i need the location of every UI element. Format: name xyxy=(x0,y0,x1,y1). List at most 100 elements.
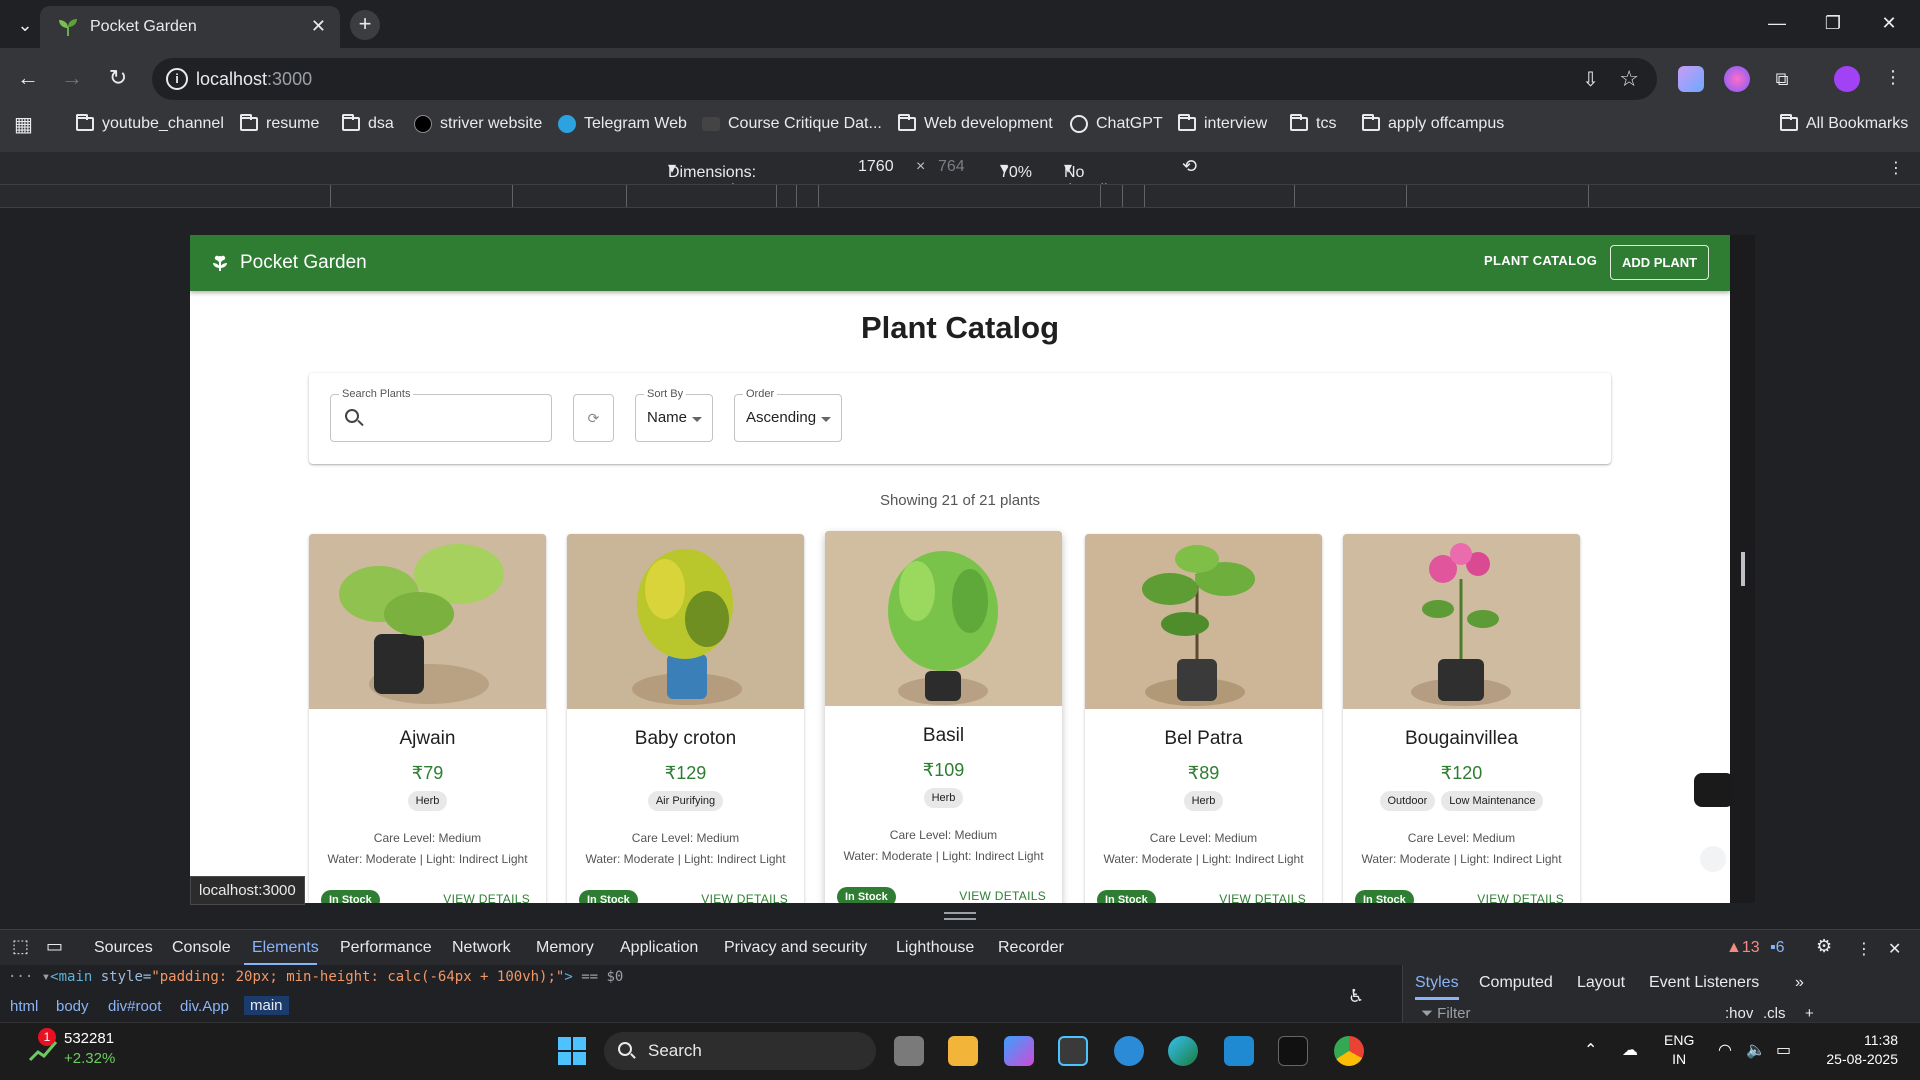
forward-arrow-icon[interactable]: → xyxy=(56,62,88,94)
bookmark-telegram-web[interactable]: Telegram Web xyxy=(558,110,687,138)
site-info-icon[interactable]: i xyxy=(166,68,188,90)
install-app-icon[interactable]: ⇩ xyxy=(1582,67,1599,92)
extension-2-icon[interactable] xyxy=(1724,66,1750,92)
tab-search-chevron-icon[interactable]: ⌄ xyxy=(10,10,40,40)
tab-close-icon[interactable]: ✕ xyxy=(311,16,326,37)
floating-extension-icon[interactable] xyxy=(1700,846,1726,872)
bookmark-resume[interactable]: resume xyxy=(240,110,319,138)
settings-gear-icon[interactable]: ⚙ xyxy=(1816,936,1832,957)
start-button[interactable] xyxy=(558,1037,586,1065)
order-select[interactable]: Order Ascending xyxy=(734,388,842,442)
task-view-icon[interactable] xyxy=(894,1036,924,1066)
bookmark-star-icon[interactable]: ☆ xyxy=(1619,66,1639,92)
bookmark-interview[interactable]: interview xyxy=(1178,110,1267,138)
inspect-element-icon[interactable]: ⬚ xyxy=(12,936,29,957)
tab-console[interactable]: Console xyxy=(172,939,231,957)
store-icon[interactable] xyxy=(1058,1036,1088,1066)
bookmark-apply-offcampus[interactable]: apply offcampus xyxy=(1362,110,1504,138)
messages-count[interactable]: ▪6 xyxy=(1770,939,1785,957)
extensions-puzzle-icon[interactable]: ⧉ xyxy=(1766,64,1798,94)
styles-filter-input[interactable]: ⏷ Filter xyxy=(1421,1005,1471,1022)
breadcrumb-app[interactable]: div.App xyxy=(180,998,229,1015)
add-plant-button[interactable]: ADD PLANT xyxy=(1610,245,1709,280)
volume-icon[interactable]: 🔈 xyxy=(1746,1040,1766,1060)
floating-assistant-button[interactable] xyxy=(1694,773,1734,807)
window-close-icon[interactable]: ✕ xyxy=(1874,8,1904,38)
view-details-button[interactable]: VIEW DETAILS xyxy=(701,892,788,903)
new-tab-button[interactable]: + xyxy=(350,10,380,40)
profile-avatar[interactable] xyxy=(1834,66,1860,92)
plant-card[interactable]: Bougainvillea ₹120 Outdoor Low Maintenan… xyxy=(1343,534,1580,903)
browser-tab-active[interactable]: Pocket Garden ✕ xyxy=(40,6,340,48)
language-indicator[interactable]: ENG IN xyxy=(1664,1031,1694,1069)
chrome-menu-icon[interactable]: ⋮ xyxy=(1880,62,1906,92)
height-input[interactable]: 764 xyxy=(938,158,965,176)
view-details-button[interactable]: VIEW DETAILS xyxy=(959,889,1046,903)
tab-recorder[interactable]: Recorder xyxy=(998,939,1064,957)
device-mode-icon[interactable]: ▭ xyxy=(46,936,63,957)
add-rule-icon[interactable]: + xyxy=(1805,1005,1814,1022)
view-details-button[interactable]: VIEW DETAILS xyxy=(1219,892,1306,903)
more-tabs-icon[interactable]: » xyxy=(1795,974,1804,992)
address-bar[interactable]: i localhost:3000 ⇩ ☆ xyxy=(152,58,1657,100)
tab-elements[interactable]: Elements xyxy=(252,939,319,957)
tab-computed[interactable]: Computed xyxy=(1479,974,1553,992)
tab-performance[interactable]: Performance xyxy=(340,939,432,957)
devtools-close-icon[interactable]: ✕ xyxy=(1888,939,1901,959)
brand[interactable]: Pocket Garden xyxy=(212,252,367,274)
view-details-button[interactable]: VIEW DETAILS xyxy=(1477,892,1564,903)
window-restore-icon[interactable]: ❐ xyxy=(1818,8,1848,38)
bookmark-tcs[interactable]: tcs xyxy=(1290,110,1336,138)
media-query-ruler[interactable] xyxy=(0,184,1920,208)
tab-layout[interactable]: Layout xyxy=(1577,974,1625,992)
rotate-icon[interactable]: ⟲ xyxy=(1182,156,1197,177)
all-bookmarks[interactable]: All Bookmarks xyxy=(1780,110,1908,138)
tab-memory[interactable]: Memory xyxy=(536,939,594,957)
onedrive-icon[interactable]: ☁ xyxy=(1622,1040,1638,1060)
zoom-dropdown[interactable]: 70% ▾ xyxy=(1000,158,1032,181)
reload-icon[interactable]: ↻ xyxy=(102,62,134,94)
nav-plant-catalog[interactable]: PLANT CATALOG xyxy=(1484,253,1597,268)
vscode-icon[interactable] xyxy=(1224,1036,1254,1066)
tab-styles[interactable]: Styles xyxy=(1415,974,1459,992)
bookmark-youtube-channel[interactable]: youtube_channel xyxy=(76,110,224,138)
viewport-resize-handle-right[interactable] xyxy=(1741,552,1745,586)
breadcrumb-body[interactable]: body xyxy=(56,998,89,1015)
back-arrow-icon[interactable]: ← xyxy=(12,62,44,94)
tab-sources[interactable]: Sources xyxy=(94,939,153,957)
battery-icon[interactable]: ▭ xyxy=(1776,1040,1791,1060)
taskbar-search[interactable]: Search xyxy=(604,1032,876,1070)
plant-card[interactable]: Baby croton ₹129 Air Purifying Care Leve… xyxy=(567,534,804,903)
width-input[interactable]: 1760 xyxy=(858,158,894,176)
clock[interactable]: 11:38 25-08-2025 xyxy=(1818,1031,1898,1069)
wifi-icon[interactable]: ◠ xyxy=(1718,1040,1732,1060)
file-explorer-icon[interactable] xyxy=(948,1036,978,1066)
devtools-menu-icon[interactable]: ⋮ xyxy=(1856,939,1872,959)
viewport-resize-handle-bottom[interactable] xyxy=(944,912,976,920)
tray-chevron-icon[interactable]: ⌃ xyxy=(1584,1040,1597,1060)
sort-by-select[interactable]: Sort By Name xyxy=(635,388,713,442)
device-toolbar-menu-icon[interactable]: ⋮ xyxy=(1888,158,1904,178)
tab-application[interactable]: Application xyxy=(620,939,698,957)
view-details-button[interactable]: VIEW DETAILS xyxy=(443,892,530,903)
dimensions-dropdown[interactable]: Dimensions: Responsive ▾ xyxy=(668,158,756,199)
window-minimize-icon[interactable]: — xyxy=(1762,8,1792,38)
clear-filters-button[interactable]: ⟳ xyxy=(573,394,614,442)
bookmark-chatgpt[interactable]: ChatGPT xyxy=(1070,110,1163,138)
bookmark-dsa[interactable]: dsa xyxy=(342,110,394,138)
edge-icon[interactable] xyxy=(1168,1036,1198,1066)
search-input[interactable]: Search Plants xyxy=(330,388,552,442)
plant-card[interactable]: Basil ₹109 Herb Care Level: Medium Water… xyxy=(825,531,1062,903)
accessibility-icon[interactable]: ♿ xyxy=(1348,986,1364,1007)
chrome-icon[interactable] xyxy=(1334,1036,1364,1066)
breadcrumb-root[interactable]: div#root xyxy=(108,998,161,1015)
stock-widget[interactable]: 1 532281 +2.32% xyxy=(28,1028,158,1072)
plant-card[interactable]: Bel Patra ₹89 Herb Care Level: Medium Wa… xyxy=(1085,534,1322,903)
help-icon[interactable] xyxy=(1114,1036,1144,1066)
bookmark-web-development[interactable]: Web development xyxy=(898,110,1053,138)
copilot-icon[interactable] xyxy=(1004,1036,1034,1066)
warnings-count[interactable]: ▲13 xyxy=(1726,939,1760,957)
extension-1-icon[interactable] xyxy=(1678,66,1704,92)
tab-lighthouse[interactable]: Lighthouse xyxy=(896,939,974,957)
apps-grid-icon[interactable]: ▦ xyxy=(14,110,33,138)
